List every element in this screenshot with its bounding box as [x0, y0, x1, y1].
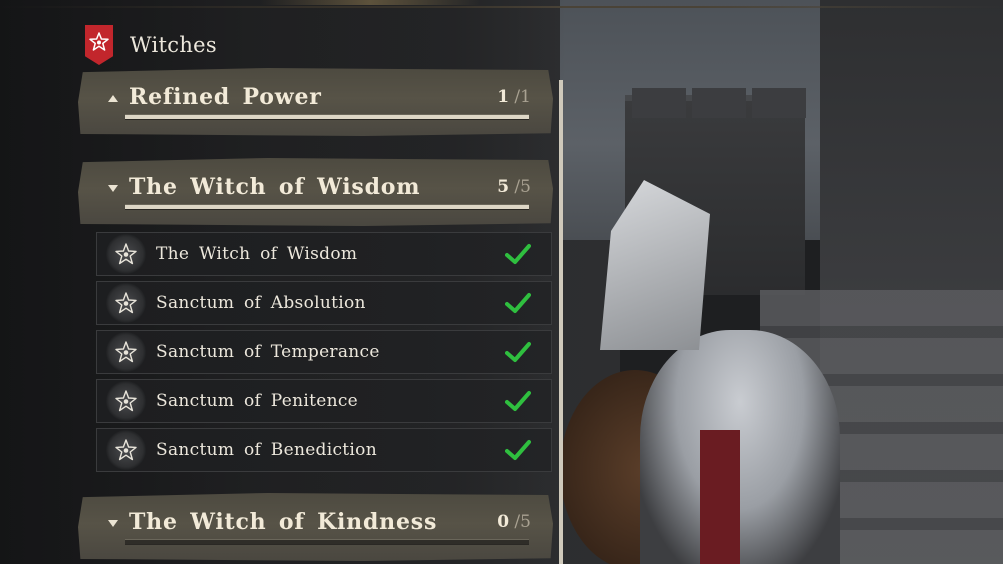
collapse-arrow-icon	[108, 95, 118, 102]
list-item[interactable]: Sanctum of Temperance	[96, 330, 552, 374]
category-progress-bar	[125, 114, 529, 120]
category-progress-count: 5 /5	[497, 177, 531, 197]
category-title: The Witch of Kindness	[129, 509, 438, 535]
witch-emblem-icon	[106, 430, 146, 470]
category-witch-of-kindness[interactable]: The Witch of Kindness 0 /5	[78, 493, 553, 561]
entry-label: Sanctum of Temperance	[156, 342, 380, 362]
battlement	[752, 88, 806, 118]
checkmark-icon	[505, 244, 531, 264]
category-title: The Witch of Wisdom	[129, 174, 421, 200]
checkmark-icon	[505, 440, 531, 460]
battlement	[632, 88, 686, 118]
list-item[interactable]: The Witch of Wisdom	[96, 232, 552, 276]
category-progress-bar	[125, 539, 529, 545]
battlement	[692, 88, 746, 118]
category-title: Refined Power	[129, 84, 322, 110]
witch-crest-icon	[85, 25, 113, 65]
expand-arrow-icon	[108, 185, 118, 192]
entry-label: Sanctum of Penitence	[156, 391, 359, 411]
expand-arrow-icon	[108, 520, 118, 527]
entry-label: Sanctum of Benediction	[156, 440, 377, 460]
progress-fill	[125, 115, 529, 119]
witch-emblem-icon	[106, 234, 146, 274]
list-item[interactable]: Sanctum of Benediction	[96, 428, 552, 472]
checkmark-icon	[505, 391, 531, 411]
witch-emblem-icon	[106, 283, 146, 323]
page-title: Witches	[130, 33, 217, 57]
category-progress-bar	[125, 204, 529, 210]
entry-list: The Witch of Wisdom Sanctum of Absolutio…	[96, 232, 552, 477]
witch-emblem-icon	[106, 332, 146, 372]
character-cloak	[640, 330, 840, 564]
scrollbar[interactable]	[559, 80, 563, 564]
panel-header: Witches	[85, 25, 217, 65]
category-progress-count: 1 /1	[497, 87, 531, 107]
category-progress-count: 0 /5	[497, 512, 531, 532]
character-tabard	[700, 430, 740, 564]
progress-fill	[125, 205, 529, 209]
witch-emblem-icon	[106, 381, 146, 421]
entry-label: The Witch of Wisdom	[156, 244, 358, 264]
checkmark-icon	[505, 342, 531, 362]
list-item[interactable]: Sanctum of Penitence	[96, 379, 552, 423]
category-refined-power[interactable]: Refined Power 1 /1	[78, 68, 553, 136]
entry-label: Sanctum of Absolution	[156, 293, 366, 313]
category-witch-of-wisdom[interactable]: The Witch of Wisdom 5 /5	[78, 158, 553, 226]
list-item[interactable]: Sanctum of Absolution	[96, 281, 552, 325]
checkmark-icon	[505, 293, 531, 313]
